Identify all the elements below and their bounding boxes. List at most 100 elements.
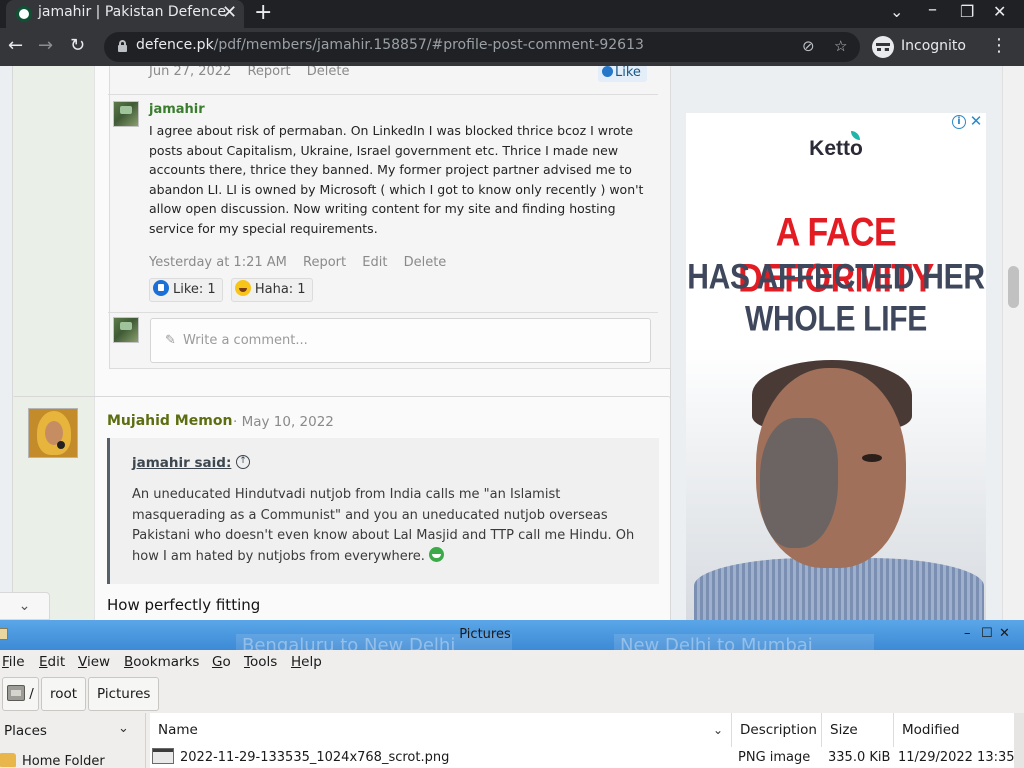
quote-block: jamahir said: ↑ An uneducated Hindutvadi… <box>107 438 659 584</box>
like-button[interactable]: Like <box>598 66 647 82</box>
table-row[interactable]: 2022-11-29-133535_1024x768_scrot.png PNG… <box>150 747 1015 768</box>
avatar[interactable] <box>113 101 139 127</box>
file-name-cell[interactable]: 2022-11-29-133535_1024x768_scrot.png <box>152 747 449 768</box>
menubar: File Edit View Bookmarks Go Tools Help <box>0 650 1024 674</box>
column-size-header[interactable]: Size <box>822 713 894 747</box>
column-name-header[interactable]: Name ⌄ <box>150 713 732 747</box>
comment-divider <box>108 94 658 95</box>
file-description-cell: PNG image <box>738 750 811 765</box>
reload-icon[interactable]: ↻ <box>70 35 85 57</box>
file-list: Name ⌄ Description Size Modified 2022-11-… <box>150 713 1015 768</box>
path-root-button[interactable]: / <box>2 677 39 711</box>
comment-meta: Yesterday at 1:21 AM Report Edit Delete <box>149 255 458 270</box>
scrollbar-thumb[interactable] <box>1008 266 1019 308</box>
ad-subheadline: WHOLE LIFE <box>745 299 927 339</box>
file-list-scrollbar[interactable] <box>1014 713 1024 768</box>
info-icon[interactable]: i <box>952 115 966 129</box>
like-label: Like <box>615 66 641 80</box>
menu-file[interactable]: File <box>2 654 25 670</box>
post-gutter <box>13 66 95 447</box>
browser-tab[interactable]: jamahir | Pakistan Defence ✕ <box>6 0 244 28</box>
browser-tabbar: jamahir | Pakistan Defence ✕ + ⌄ – ❐ ✕ <box>0 0 1024 28</box>
window-titlebar[interactable]: Bengaluru to New Delhi New Delhi to Mumb… <box>0 620 1024 660</box>
prev-report-link[interactable]: Report <box>247 66 290 79</box>
chevron-down-icon[interactable]: ⌄ <box>118 721 129 736</box>
avatar[interactable] <box>28 408 78 458</box>
reaction-like-chip[interactable]: Like: 1 <box>149 278 223 302</box>
comment-text: I agree about risk of permaban. On Linke… <box>149 123 644 236</box>
prev-comment-meta: Jun 27, 2022 Report Delete <box>149 66 361 79</box>
post-author[interactable]: Mujahid Memon <box>107 413 232 429</box>
file-size-cell: 335.0 KiB <box>828 750 891 765</box>
ad-brand: Ketto <box>809 137 863 160</box>
disk-icon <box>7 685 25 701</box>
prev-comment-date[interactable]: Jun 27, 2022 <box>149 66 231 79</box>
column-modified-header[interactable]: Modified <box>894 713 1014 747</box>
places-sidebar: Places ⌄ Home Folder <box>0 713 146 768</box>
reaction-haha-chip[interactable]: Haha: 1 <box>230 278 313 302</box>
address-bar[interactable]: defence.pk/pdf/members/jamahir.158857/#p… <box>104 32 860 62</box>
web-page: Jun 27, 2022 Report Delete Like jamahir … <box>0 66 1024 620</box>
url-text[interactable]: defence.pk/pdf/members/jamahir.158857/#p… <box>136 37 644 53</box>
delete-link[interactable]: Delete <box>404 255 447 270</box>
maximize-icon[interactable]: ☐ <box>981 626 993 642</box>
path-bar: / root Pictures <box>0 675 1024 713</box>
haha-reaction-icon <box>234 280 251 296</box>
forward-icon[interactable]: → <box>38 35 53 57</box>
file-modified-cell: 11/29/2022 13:35 <box>898 750 1015 765</box>
path-pictures-segment[interactable]: Pictures <box>88 677 160 711</box>
reaction-like-label: Like: 1 <box>173 282 216 297</box>
menu-view[interactable]: View <box>78 654 110 670</box>
reaction-haha-label: Haha: 1 <box>254 282 306 297</box>
browser-toolbar: ← → ↻ defence.pk/pdf/members/jamahir.158… <box>0 28 1024 66</box>
back-icon[interactable]: ← <box>8 35 23 57</box>
reactions-bar: Like: 1 Haha: 1 <box>149 278 317 302</box>
chevron-down-icon[interactable]: ⌄ <box>0 592 50 620</box>
minimize-icon[interactable]: – <box>928 0 937 20</box>
page-scrollbar[interactable] <box>1002 66 1024 620</box>
lock-icon[interactable] <box>118 40 127 52</box>
window-title: Pictures <box>459 627 511 642</box>
close-tab-icon[interactable]: ✕ <box>222 2 237 24</box>
browser-menu-icon[interactable]: ⋮ <box>990 36 1008 56</box>
tab-search-chevron-icon[interactable]: ⌄ <box>890 2 903 22</box>
menu-go[interactable]: Go <box>212 654 231 670</box>
close-window-icon[interactable]: ✕ <box>993 2 1006 22</box>
close-icon[interactable]: ✕ <box>999 626 1010 642</box>
incognito-label[interactable]: Incognito <box>901 38 966 54</box>
like-icon <box>602 66 613 77</box>
star-icon[interactable]: ☆ <box>834 36 847 56</box>
path-root-segment[interactable]: root <box>41 677 87 711</box>
menu-edit[interactable]: Edit <box>39 654 65 670</box>
edit-link[interactable]: Edit <box>362 255 387 270</box>
menu-help[interactable]: Help <box>291 654 322 670</box>
places-header[interactable]: Places <box>4 723 47 739</box>
advertisement[interactable]: i ✕ Ketto A FACE DEFORMITY HAS AFFECTED … <box>686 113 986 620</box>
new-tab-icon[interactable]: + <box>254 0 272 26</box>
like-reaction-icon <box>153 280 169 296</box>
profile-post-card: Mujahid Memon · May 10, 2022 jamahir sai… <box>12 396 671 620</box>
column-description-header[interactable]: Description <box>732 713 822 747</box>
home-folder-label: Home Folder <box>22 754 105 768</box>
minimize-icon[interactable]: – <box>964 626 971 642</box>
post-date[interactable]: · May 10, 2022 <box>233 414 334 430</box>
menu-tools[interactable]: Tools <box>244 654 277 670</box>
close-icon[interactable]: ✕ <box>968 113 984 129</box>
restore-icon[interactable]: ❐ <box>960 2 974 22</box>
comment-author[interactable]: jamahir <box>149 102 205 117</box>
incognito-icon[interactable] <box>872 36 894 58</box>
comment-input[interactable]: ✎ Write a comment... <box>150 318 651 363</box>
report-link[interactable]: Report <box>303 255 346 270</box>
avatar[interactable] <box>113 317 139 343</box>
comment-time[interactable]: Yesterday at 1:21 AM <box>149 255 287 270</box>
reply-divider <box>108 312 658 313</box>
prev-delete-link[interactable]: Delete <box>307 66 350 79</box>
arrow-up-circle-icon[interactable]: ↑ <box>236 455 250 469</box>
quote-author[interactable]: jamahir said: <box>132 455 231 471</box>
eye-off-icon[interactable]: ⊘ <box>802 36 815 56</box>
chevron-down-icon: ⌄ <box>712 723 723 737</box>
file-manager-window: Bengaluru to New Delhi New Delhi to Mumb… <box>0 620 1024 768</box>
comment-placeholder: Write a comment... <box>183 333 308 348</box>
menu-bookmarks[interactable]: Bookmarks <box>124 654 199 670</box>
home-folder-item[interactable]: Home Folder <box>0 753 105 768</box>
